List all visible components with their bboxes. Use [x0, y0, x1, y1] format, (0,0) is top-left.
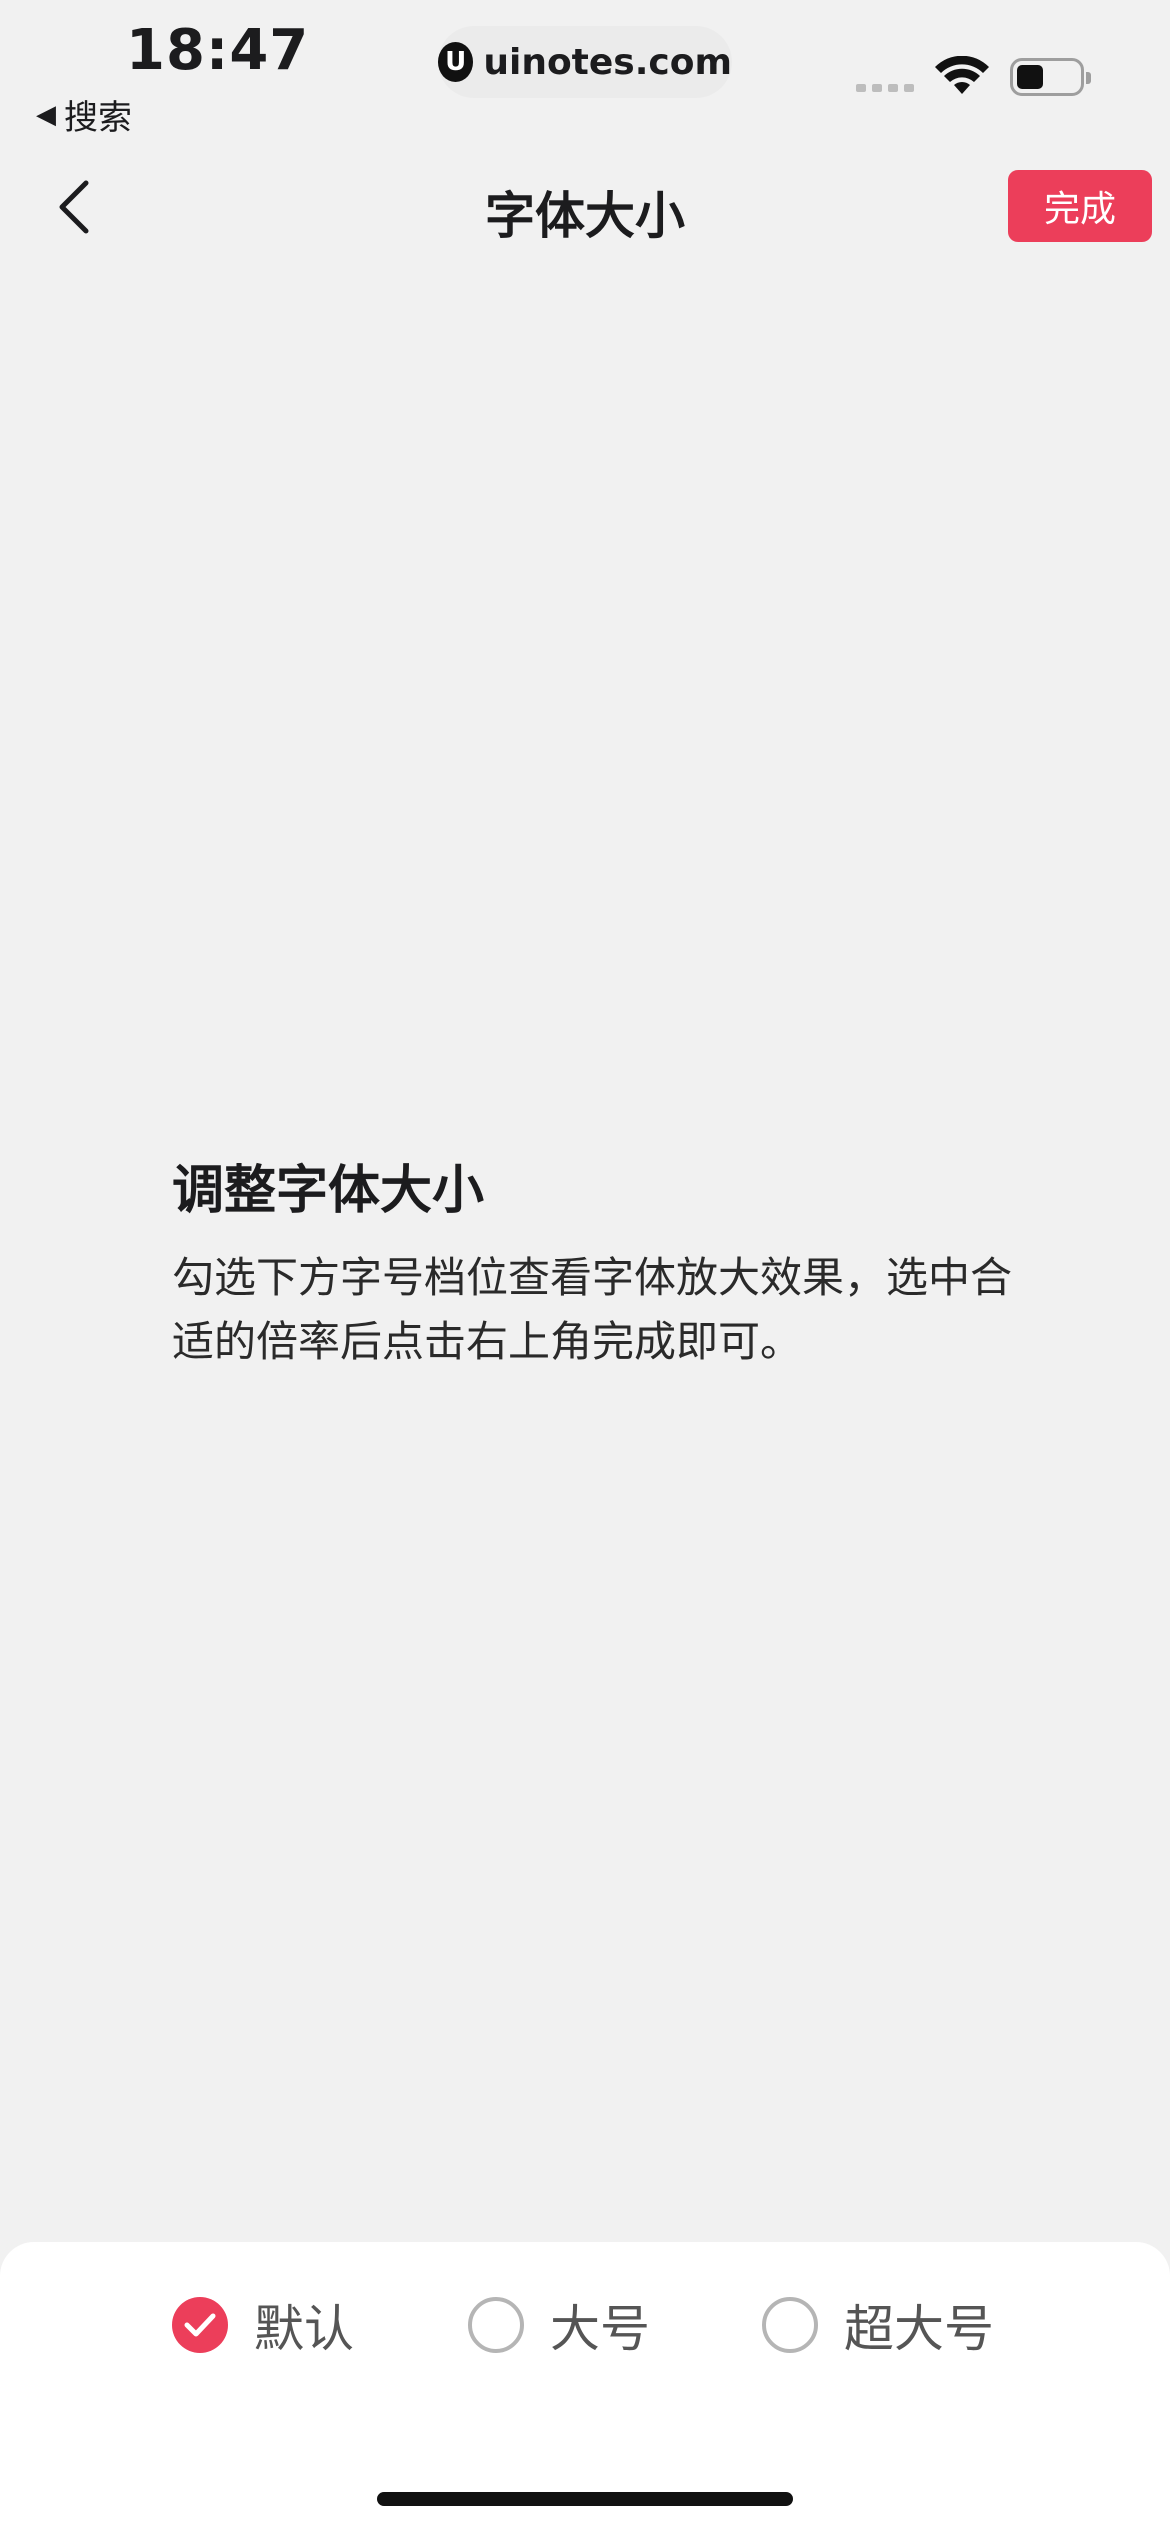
option-large[interactable]: 大号: [468, 2290, 650, 2360]
option-default[interactable]: 默认: [172, 2290, 354, 2360]
url-pill[interactable]: U uinotes.com: [438, 26, 732, 98]
page-title: 字体大小: [485, 187, 685, 245]
home-indicator: [377, 2492, 793, 2506]
cellular-signal-icon: [856, 84, 914, 92]
radio-checked-icon[interactable]: [172, 2297, 228, 2353]
back-triangle-icon: ◀: [36, 99, 56, 130]
option-label: 默认: [254, 2300, 354, 2358]
site-logo-icon: U: [438, 42, 474, 82]
option-label: 大号: [550, 2300, 650, 2358]
option-extra-large[interactable]: 超大号: [762, 2290, 994, 2360]
radio-unchecked-icon[interactable]: [762, 2297, 818, 2353]
option-label: 超大号: [844, 2300, 994, 2358]
back-to-app-link[interactable]: ◀ 搜索: [36, 90, 132, 139]
font-size-sheet: [0, 2242, 1170, 2532]
instruction-text: 勾选下方字号档位查看字体放大效果，选中合适的倍率后点击右上角完成即可。: [172, 1253, 1013, 1366]
instruction-heading: 调整字体大小: [172, 1161, 485, 1221]
url-text: uinotes.com: [483, 41, 732, 83]
back-to-app-label: 搜索: [64, 98, 132, 138]
done-button[interactable]: 完成: [1008, 170, 1152, 242]
status-time: 18:47: [126, 18, 310, 83]
wifi-icon: [934, 55, 990, 100]
radio-unchecked-icon[interactable]: [468, 2297, 524, 2353]
battery-icon: [1010, 58, 1091, 96]
